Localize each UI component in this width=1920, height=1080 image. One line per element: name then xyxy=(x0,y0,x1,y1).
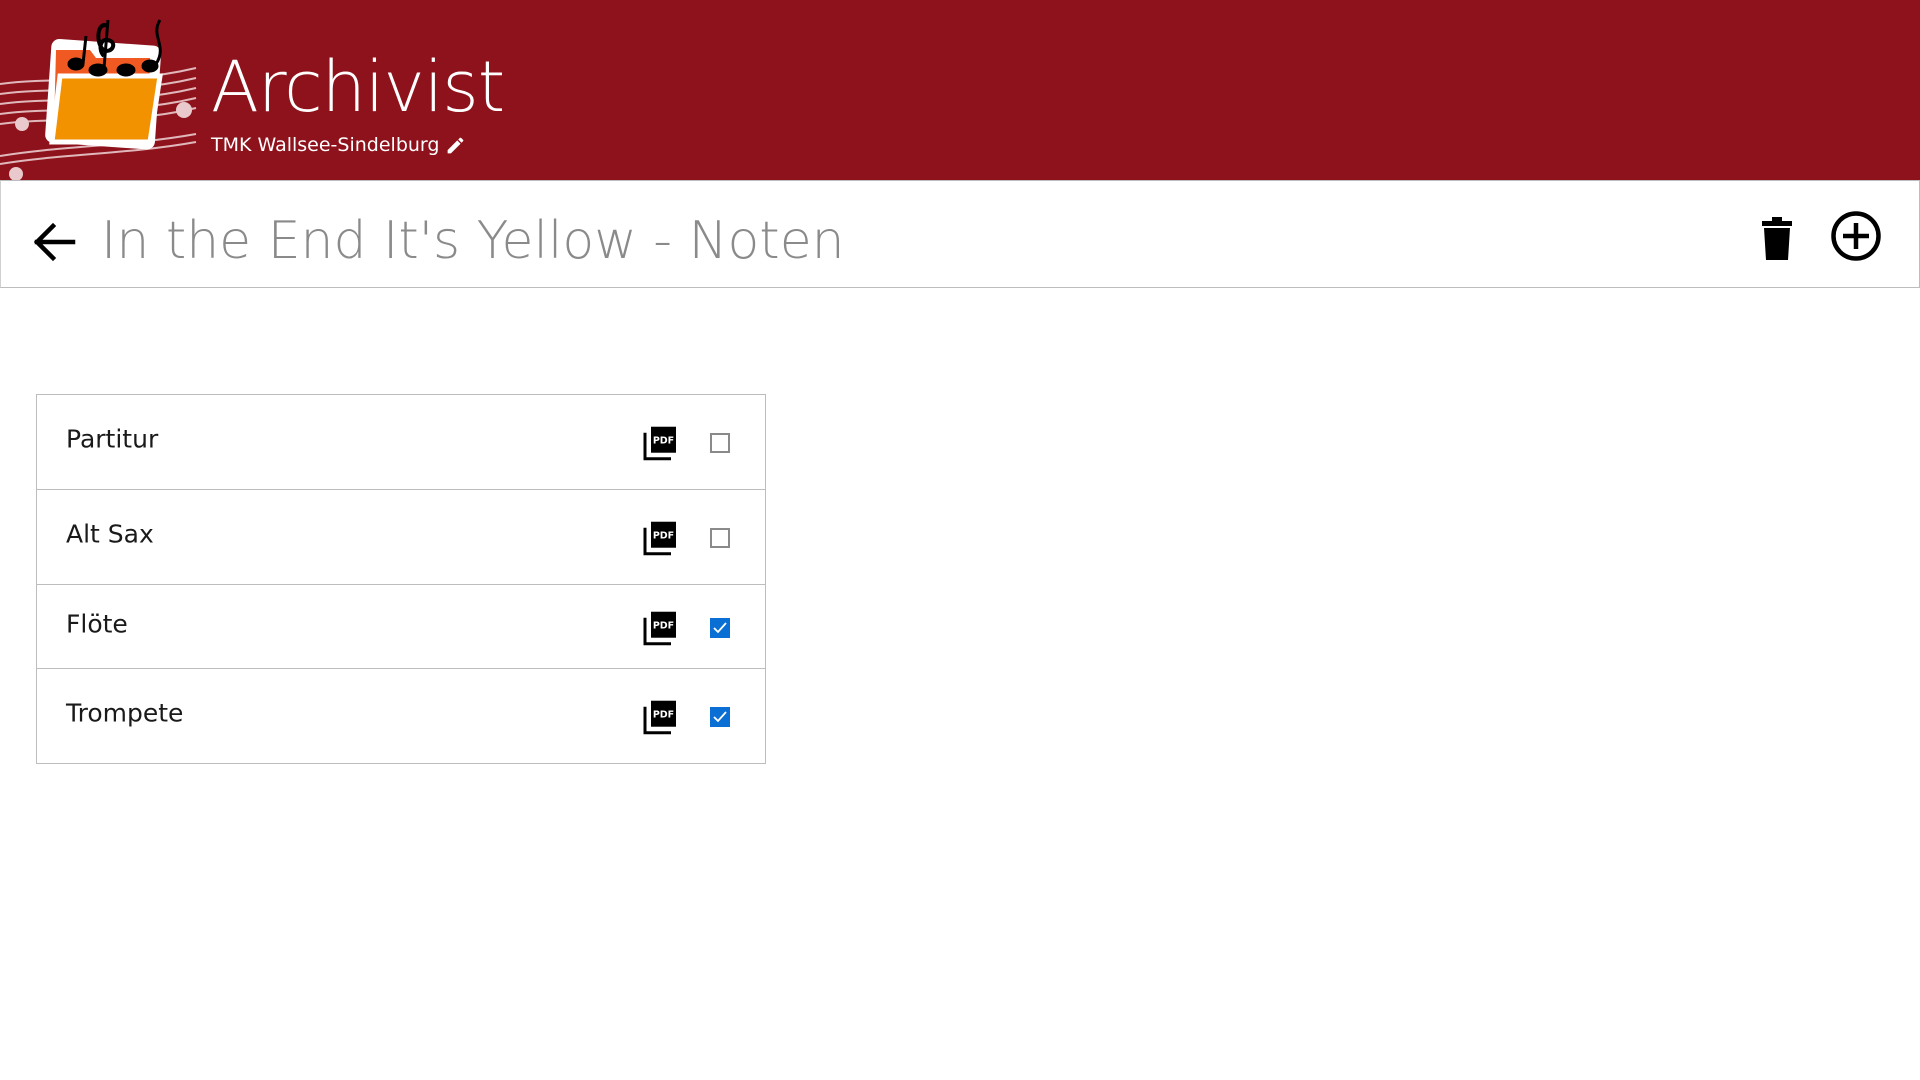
part-label: Alt Sax xyxy=(66,519,154,549)
folder-music-logo xyxy=(0,19,197,181)
part-checkbox[interactable] xyxy=(710,433,730,453)
add-button[interactable] xyxy=(1830,210,1882,262)
part-checkbox[interactable] xyxy=(710,707,730,727)
part-checkbox[interactable] xyxy=(710,617,730,638)
back-button[interactable] xyxy=(29,217,79,267)
list-item[interactable]: Partitur PDF xyxy=(37,395,765,490)
pdf-icon[interactable]: PDF xyxy=(643,699,677,735)
delete-button[interactable] xyxy=(1761,217,1793,261)
plus-circle-icon xyxy=(1831,211,1881,261)
list-item[interactable]: Flöte PDF xyxy=(37,585,765,669)
pdf-icon[interactable]: PDF xyxy=(643,609,677,645)
svg-text:PDF: PDF xyxy=(653,710,674,721)
app-header: Archivist TMK Wallsee-Sindelburg xyxy=(0,0,1920,181)
app-title: Archivist xyxy=(211,46,505,128)
part-checkbox[interactable] xyxy=(710,528,730,548)
pencil-icon[interactable] xyxy=(445,135,466,156)
arrow-left-icon xyxy=(33,222,76,262)
svg-text:PDF: PDF xyxy=(653,436,674,447)
part-label: Partitur xyxy=(66,424,159,454)
page-title: In the End It's Yellow - Noten xyxy=(101,211,845,271)
organization-row: TMK Wallsee-Sindelburg xyxy=(211,132,466,158)
page-header: In the End It's Yellow - Noten xyxy=(0,180,1920,288)
pdf-icon[interactable]: PDF xyxy=(643,425,677,461)
svg-text:PDF: PDF xyxy=(653,531,674,542)
part-label: Trompete xyxy=(66,698,184,728)
pdf-icon[interactable]: PDF xyxy=(643,520,677,556)
parts-list: Partitur PDF Alt Sax PDF Flöte PDF Tromp… xyxy=(36,394,766,764)
list-item[interactable]: Alt Sax PDF xyxy=(37,490,765,585)
list-item[interactable]: Trompete PDF xyxy=(37,669,765,764)
part-label: Flöte xyxy=(66,609,128,639)
svg-text:PDF: PDF xyxy=(653,620,674,631)
trash-icon xyxy=(1762,217,1792,260)
organization-name: TMK Wallsee-Sindelburg xyxy=(211,134,440,156)
